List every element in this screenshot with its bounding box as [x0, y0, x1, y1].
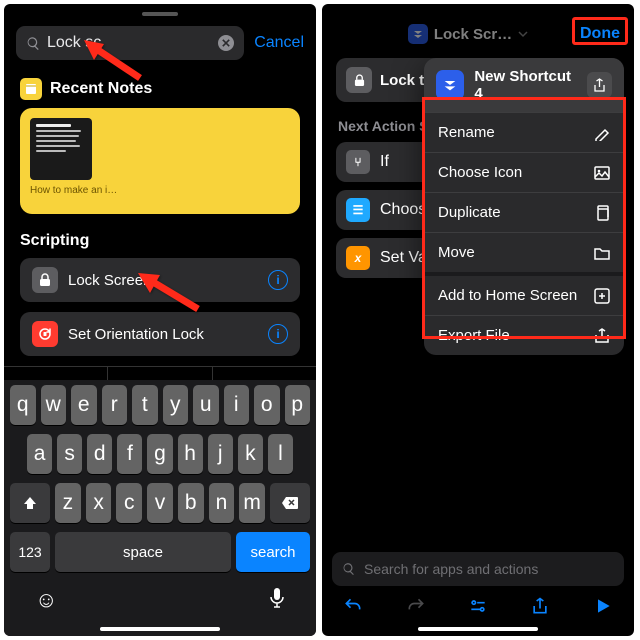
note-caption: How to make an i… — [30, 185, 290, 197]
info-icon[interactable]: i — [268, 324, 288, 344]
kb-row1: qwertyuiop — [7, 385, 313, 425]
key-i[interactable]: i — [224, 385, 250, 425]
key-a[interactable]: a — [27, 434, 52, 474]
action-lock-screen[interactable]: Lock Screen i — [20, 258, 300, 302]
done-button[interactable]: Done — [580, 25, 620, 43]
search-input-container[interactable]: Lock sc — [16, 26, 244, 60]
filter-icon[interactable] — [468, 596, 488, 616]
kb-row2: asdfghjkl — [7, 434, 313, 474]
menu-duplicate[interactable]: Duplicate — [424, 192, 624, 232]
home-indicator[interactable] — [100, 627, 220, 631]
key-y[interactable]: y — [163, 385, 189, 425]
if-icon: ⑂ — [346, 150, 370, 174]
key-k[interactable]: k — [238, 434, 263, 474]
key-t[interactable]: t — [132, 385, 158, 425]
menu-add-to-home-screen[interactable]: Add to Home Screen — [424, 272, 624, 315]
key-e[interactable]: e — [71, 385, 97, 425]
note-thumb — [30, 118, 92, 180]
lock-icon — [346, 67, 372, 93]
section-recent-notes: Recent Notes — [20, 78, 300, 100]
share-icon[interactable] — [530, 596, 550, 616]
kb-row3: zxcvbnm — [7, 483, 313, 523]
backspace-key[interactable] — [270, 483, 310, 523]
context-menu: New Shortcut 4 RenameChoose IconDuplicat… — [424, 58, 624, 355]
key-j[interactable]: j — [208, 434, 233, 474]
menu-items: RenameChoose IconDuplicateMoveAdd to Hom… — [424, 112, 624, 355]
key-d[interactable]: d — [87, 434, 112, 474]
menu-rename[interactable]: Rename — [424, 112, 624, 152]
undo-icon[interactable] — [343, 596, 363, 616]
menu-header: New Shortcut 4 — [424, 58, 624, 112]
section-scripting: Scripting — [20, 232, 300, 250]
info-icon[interactable]: i — [268, 270, 288, 290]
space-key[interactable]: space — [55, 532, 231, 572]
notes-icon — [20, 78, 42, 100]
shortcut-title[interactable]: Lock Scr… — [408, 24, 528, 44]
note-card[interactable]: How to make an i… — [20, 108, 300, 214]
key-b[interactable]: b — [178, 483, 204, 523]
shortcut-icon — [436, 70, 464, 100]
share-button[interactable] — [587, 72, 612, 98]
menu-export-file[interactable]: Export File — [424, 315, 624, 355]
lock-icon — [32, 267, 58, 293]
chevron-down-icon — [518, 29, 528, 39]
menu-move[interactable]: Move — [424, 232, 624, 272]
cancel-button[interactable]: Cancel — [254, 34, 304, 52]
play-icon[interactable] — [593, 596, 613, 616]
var-icon: x — [346, 246, 370, 270]
mic-key[interactable] — [269, 587, 285, 614]
shift-key[interactable] — [10, 483, 50, 523]
redo-icon — [406, 596, 426, 616]
key-q[interactable]: q — [10, 385, 36, 425]
right-screenshot: Lock Scr… Done Lock the Next Action Su… … — [322, 4, 634, 636]
menu-choose-icon[interactable]: Choose Icon — [424, 152, 624, 192]
key-g[interactable]: g — [147, 434, 172, 474]
search-icon — [342, 562, 356, 576]
home-indicator[interactable] — [418, 627, 538, 631]
orientation-lock-icon — [32, 321, 58, 347]
search-icon — [26, 36, 41, 51]
key-n[interactable]: n — [209, 483, 235, 523]
list-icon: ☰ — [346, 198, 370, 222]
key-w[interactable]: w — [41, 385, 67, 425]
key-m[interactable]: m — [239, 483, 265, 523]
key-h[interactable]: h — [178, 434, 203, 474]
keyboard: qwertyuiop asdfghjkl zxcvbnm 123 space s… — [4, 380, 316, 636]
key-l[interactable]: l — [268, 434, 293, 474]
bottom-toolbar — [322, 588, 634, 624]
num-key[interactable]: 123 — [10, 532, 50, 572]
key-x[interactable]: x — [86, 483, 112, 523]
left-screenshot: Lock sc Cancel Recent Notes How to make … — [4, 4, 316, 636]
shortcut-icon — [408, 24, 428, 44]
key-u[interactable]: u — [193, 385, 219, 425]
key-p[interactable]: p — [285, 385, 311, 425]
key-z[interactable]: z — [55, 483, 81, 523]
grabber[interactable] — [142, 12, 178, 16]
key-s[interactable]: s — [57, 434, 82, 474]
search-key[interactable]: search — [236, 532, 310, 572]
kb-row3-keys: zxcvbnm — [55, 483, 265, 523]
search-text: Lock sc — [47, 34, 101, 52]
key-r[interactable]: r — [102, 385, 128, 425]
emoji-key[interactable]: ☺ — [35, 587, 57, 614]
key-o[interactable]: o — [254, 385, 280, 425]
action-orientation-lock[interactable]: Set Orientation Lock i — [20, 312, 300, 356]
key-v[interactable]: v — [147, 483, 173, 523]
clear-icon[interactable] — [218, 35, 234, 51]
key-c[interactable]: c — [116, 483, 142, 523]
key-f[interactable]: f — [117, 434, 142, 474]
bottom-search[interactable]: Search for apps and actions — [332, 552, 624, 586]
